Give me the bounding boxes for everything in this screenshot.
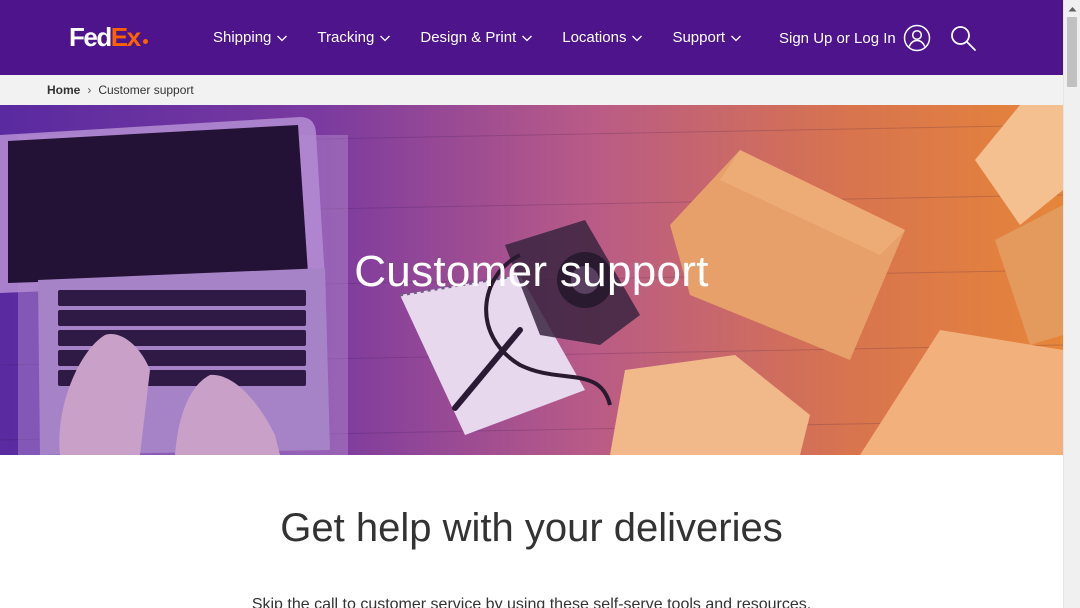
main-nav: Shipping Tracking Design & Print Locatio…	[213, 0, 771, 75]
page-scrollbar[interactable]	[1063, 0, 1080, 608]
logo-dot	[142, 39, 148, 44]
breadcrumb: Home › Customer support	[0, 75, 1063, 105]
nav-shipping[interactable]: Shipping	[213, 29, 288, 46]
breadcrumb-home[interactable]: Home	[47, 83, 80, 97]
breadcrumb-current: Customer support	[98, 83, 194, 97]
section-title: Get help with your deliveries	[280, 506, 783, 550]
hero-banner: Customer support	[0, 105, 1063, 455]
nav-locations[interactable]: Locations	[562, 29, 643, 46]
nav-design-print[interactable]: Design & Print	[420, 29, 533, 46]
user-icon	[903, 24, 930, 52]
nav-tracking-label: Tracking	[317, 29, 375, 46]
chevron-down-icon	[632, 35, 643, 41]
page: Fed Ex Shipping Tracking Design & Print L…	[0, 0, 1063, 608]
fedex-logo[interactable]: Fed Ex	[69, 22, 148, 52]
nav-support-label: Support	[672, 29, 725, 46]
nav-design-print-label: Design & Print	[420, 29, 517, 46]
chevron-down-icon	[731, 35, 741, 41]
nav-shipping-label: Shipping	[213, 29, 272, 46]
chevron-down-icon	[277, 35, 288, 41]
chevron-down-icon	[522, 35, 533, 41]
hero-title: Customer support	[354, 247, 709, 296]
logo-fed: Fed	[69, 22, 112, 52]
nav-locations-label: Locations	[562, 29, 627, 46]
nav-tracking[interactable]: Tracking	[317, 29, 391, 46]
sign-in-label: Sign Up or Log In	[779, 29, 896, 47]
site-header: Fed Ex Shipping Tracking Design & Print L…	[0, 0, 1063, 75]
breadcrumb-separator: ›	[87, 83, 92, 97]
section-subtitle: Skip the call to customer service by usi…	[251, 596, 812, 608]
search-icon[interactable]	[949, 24, 977, 52]
nav-support[interactable]: Support	[672, 29, 742, 46]
scroll-thumb[interactable]	[1067, 17, 1077, 87]
logo-ex: Ex	[110, 22, 141, 52]
chevron-down-icon	[380, 35, 391, 41]
scroll-up-arrow-icon[interactable]	[1064, 0, 1080, 17]
sign-in-button[interactable]: Sign Up or Log In	[779, 24, 931, 52]
